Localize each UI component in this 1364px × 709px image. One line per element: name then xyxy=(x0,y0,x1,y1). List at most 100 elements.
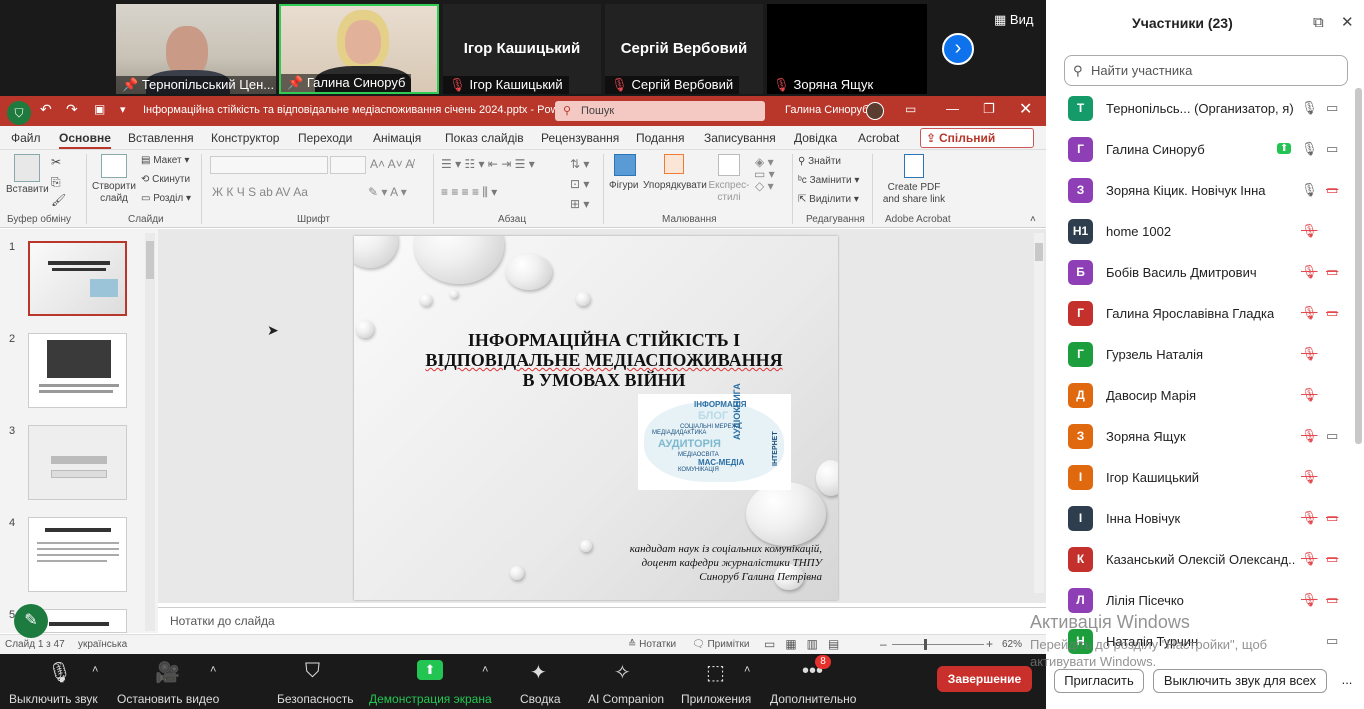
zoom-in-icon[interactable]: + xyxy=(986,637,993,651)
paste-icon[interactable] xyxy=(14,154,40,182)
invite-button[interactable]: Пригласить xyxy=(1054,669,1144,693)
find-button[interactable]: ⚲ Знайти xyxy=(798,156,841,168)
participant-row[interactable]: Г Галина Синоруб ▭ 🎙 ⬆ xyxy=(1046,130,1364,171)
reset-button[interactable]: ⟲ Скинути xyxy=(141,174,190,186)
minimize-icon[interactable]: — xyxy=(946,101,959,116)
shape-fill-icons[interactable]: ◈ ▾ ▭ ▾ ◇ ▾ xyxy=(754,156,775,192)
section-button[interactable]: ▭ Розділ ▾ xyxy=(141,193,191,205)
select-button[interactable]: ⇱ Виділити ▾ xyxy=(798,194,859,206)
font-size-select[interactable] xyxy=(330,156,366,174)
mic-icon[interactable]: 🎙 xyxy=(1301,100,1318,116)
mic-off-icon[interactable]: 🎙 xyxy=(1301,387,1318,403)
smartart-icon[interactable]: ⊞ ▾ xyxy=(570,198,589,210)
text-direction-icon[interactable]: ⇅ ▾ xyxy=(570,158,589,170)
stop-video-button[interactable]: Остановить видео xyxy=(117,692,219,706)
slide-thumb-1[interactable] xyxy=(28,241,127,316)
ai-sparkle-icon[interactable]: ✧ xyxy=(614,660,631,685)
ppt-search-input[interactable]: ⚲ Пошук xyxy=(555,101,765,121)
camera-off-icon[interactable]: ▭ xyxy=(1326,510,1338,526)
customize-qat-icon[interactable]: ▾ xyxy=(120,103,126,116)
font-name-select[interactable] xyxy=(210,156,328,174)
format-painter-icon[interactable]: 🖌 xyxy=(51,194,66,206)
popout-icon[interactable]: ⧉ xyxy=(1313,14,1324,31)
mic-off-icon[interactable]: 🎙 xyxy=(1301,428,1318,444)
participant-row[interactable]: З Зоряна Ящук ▭ 🎙 xyxy=(1046,417,1364,458)
list-icons[interactable]: ☰ ▾ ☷ ▾ ⇤ ⇥ ☰ ▾ xyxy=(441,158,535,170)
replace-button[interactable]: ᵇc Замінити ▾ xyxy=(798,175,859,187)
tab-insert[interactable]: Вставлення xyxy=(128,131,194,145)
participant-row[interactable]: Б Бобів Василь Дмитрович ▭ 🎙 xyxy=(1046,253,1364,294)
camera-icon[interactable]: ▭ xyxy=(1326,633,1338,649)
quick-styles-icon[interactable] xyxy=(718,154,740,176)
participant-row[interactable]: З Зоряна Кіцик. Новічук Інна ▭ 🎙 xyxy=(1046,171,1364,212)
tab-acrobat[interactable]: Acrobat xyxy=(858,131,899,145)
font-format-icons[interactable]: Ж К Ч S ab AV Aa xyxy=(212,186,308,198)
mic-off-icon[interactable]: 🎙 xyxy=(1301,592,1318,608)
copy-icon[interactable]: ⎘ xyxy=(51,176,61,188)
tab-slideshow[interactable]: Показ слайдів xyxy=(445,131,524,145)
apps-chevron-icon[interactable]: ˄ xyxy=(744,664,750,676)
camera-off-icon[interactable]: ▭ xyxy=(1326,264,1338,280)
font-color-icons[interactable]: ✎ ▾ A ▾ xyxy=(368,186,407,198)
shapes-icon[interactable] xyxy=(614,154,636,176)
tab-design[interactable]: Конструктор xyxy=(211,131,279,145)
ribbon-display-icon[interactable]: ▭ xyxy=(905,102,916,116)
tab-home[interactable]: Основне xyxy=(59,131,111,149)
align-text-icon[interactable]: ⊡ ▾ xyxy=(570,178,589,190)
participant-row[interactable]: І Інна Новічук ▭ 🎙 xyxy=(1046,499,1364,540)
mic-off-icon[interactable]: 🎙 xyxy=(1301,223,1318,239)
thumbs-scrollbar[interactable] xyxy=(145,233,155,631)
camera-off-icon[interactable]: ▭ xyxy=(1326,182,1338,198)
mic-off-icon[interactable]: 🎙 xyxy=(1301,469,1318,485)
zoom-slider-track[interactable] xyxy=(892,639,984,650)
slide-thumb-2[interactable] xyxy=(28,333,127,408)
camera-icon[interactable]: ▭ xyxy=(1326,141,1338,157)
mic-off-icon[interactable]: 🎙 xyxy=(1301,346,1318,362)
slide-thumb-4[interactable] xyxy=(28,517,127,592)
video-tile-zoriana[interactable]: 🎙 Зоряна Ящук xyxy=(767,4,927,94)
tab-view[interactable]: Подання xyxy=(636,131,684,145)
tab-transitions[interactable]: Переходи xyxy=(298,131,352,145)
video-tile-halyna[interactable]: 📌 Галина Синоруб xyxy=(279,4,439,94)
participant-row[interactable]: Т Тернопільсь... (Организатор, я) ▭ 🎙 xyxy=(1046,89,1364,130)
apps-button[interactable]: Приложения xyxy=(681,692,751,706)
create-pdf-button[interactable]: Create PDF and share link xyxy=(880,182,948,206)
shield-icon[interactable]: ⛉ xyxy=(305,660,320,683)
tab-recording[interactable]: Записування xyxy=(704,131,776,145)
layout-button[interactable]: ▤ Макет ▾ xyxy=(141,155,189,167)
mic-icon[interactable]: 🎙 xyxy=(47,660,72,685)
status-notes-button[interactable]: ≙ Нотатки xyxy=(628,639,676,650)
panel-more-button[interactable]: ... xyxy=(1336,669,1358,693)
close-icon[interactable]: ✕ xyxy=(1341,13,1354,31)
arrange-icon[interactable] xyxy=(664,154,684,174)
mic-off-icon[interactable]: 🎙 xyxy=(1301,551,1318,567)
zoom-slider[interactable]: – xyxy=(880,637,887,651)
camera-off-icon[interactable]: ▭ xyxy=(1326,592,1338,608)
view-mode-icons[interactable]: ▭ ▦ ▥ ▤ xyxy=(764,637,839,651)
restore-icon[interactable]: ❐ xyxy=(983,101,995,117)
tab-review[interactable]: Рецензування xyxy=(541,131,619,145)
mic-off-icon[interactable]: 🎙 xyxy=(1301,264,1318,280)
video-tile-ternopil[interactable]: 📌 Тернопільський Цен... xyxy=(116,4,276,94)
mic-icon[interactable]: 🎙 xyxy=(1301,141,1318,157)
slideshow-icon[interactable]: ▣ xyxy=(94,102,105,116)
participant-row[interactable]: І Ігор Кашицький 🎙 xyxy=(1046,458,1364,499)
summary-icon[interactable]: ✦ xyxy=(530,660,547,685)
next-page-button[interactable]: › xyxy=(942,33,974,65)
end-meeting-button[interactable]: Завершение xyxy=(937,666,1032,692)
participant-row[interactable]: Д Давосир Марія 🎙 xyxy=(1046,376,1364,417)
main-slide[interactable]: ІНФОРМАЦІЙНА СТІЙКІСТЬ І ВІДПОВІДАЛЬНЕ М… xyxy=(354,236,838,600)
new-slide-icon[interactable] xyxy=(101,154,127,178)
video-options-chevron-icon[interactable]: ˄ xyxy=(210,664,216,676)
ai-companion-button[interactable]: AI Companion xyxy=(588,692,664,706)
more-button[interactable]: Дополнительно xyxy=(770,692,856,706)
security-button[interactable]: Безопасность xyxy=(277,692,354,706)
participant-row[interactable]: Г Галина Ярославівна Гладка ▭ 🎙 xyxy=(1046,294,1364,335)
mute-button[interactable]: Выключить звук xyxy=(9,692,98,706)
redo-icon[interactable]: ↷ xyxy=(66,101,78,118)
tab-animations[interactable]: Анімація xyxy=(373,131,421,145)
avatar[interactable] xyxy=(866,102,884,120)
video-camera-icon[interactable]: 🎥 xyxy=(155,660,180,685)
collapse-ribbon-icon[interactable]: ˄ xyxy=(1030,214,1036,226)
slide-thumb-3[interactable] xyxy=(28,425,127,500)
